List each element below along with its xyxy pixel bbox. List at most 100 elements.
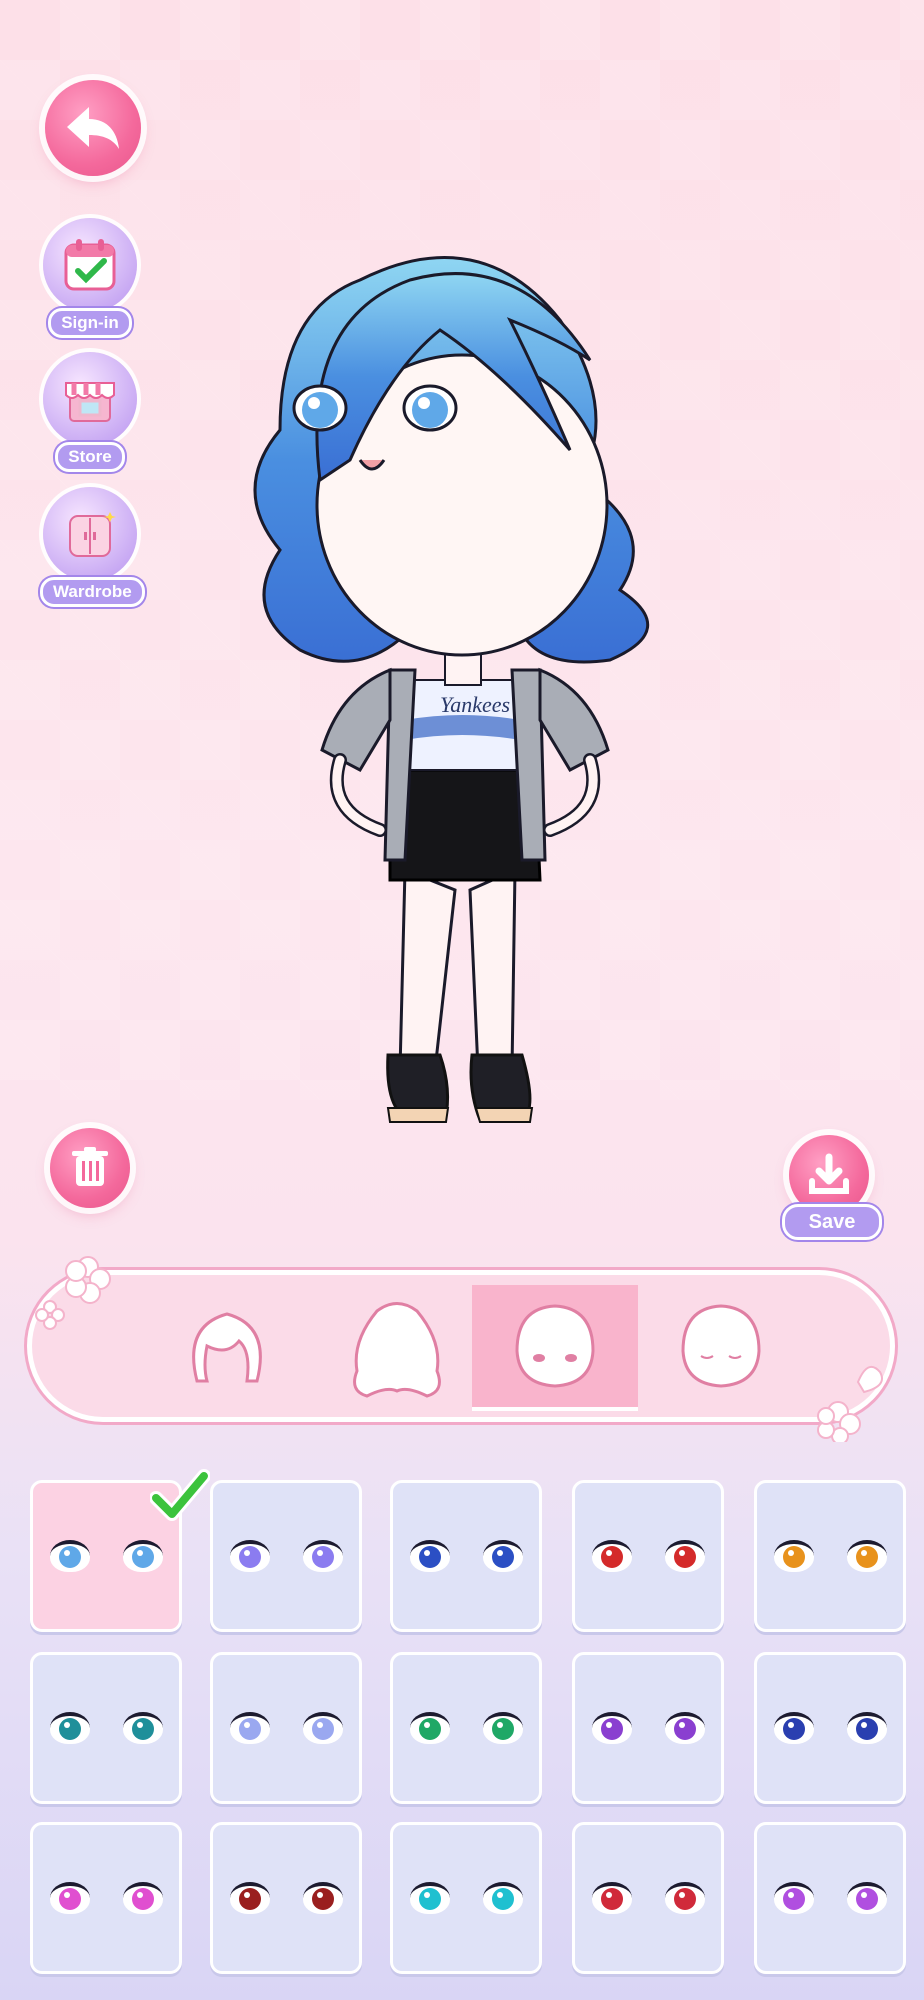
eye-swatch [664, 1540, 705, 1572]
eye-option[interactable] [30, 1822, 182, 1974]
eye-swatch [49, 1882, 90, 1914]
eye-iris [238, 1718, 261, 1740]
eye-swatch [409, 1540, 450, 1572]
eye-swatch [664, 1712, 705, 1744]
eye-swatch [229, 1712, 270, 1744]
eye-swatch [229, 1882, 270, 1914]
eye-iris [311, 1888, 334, 1910]
eye-swatch [773, 1712, 814, 1744]
tab-hair-front[interactable] [144, 1285, 310, 1407]
sidebar-item-label: Sign-in [48, 308, 132, 338]
eye-option[interactable] [572, 1822, 724, 1974]
eye-iris [58, 1718, 81, 1740]
eye-iris [418, 1546, 441, 1568]
eye-iris [600, 1718, 623, 1740]
eye-swatch [482, 1712, 523, 1744]
eye-option[interactable] [210, 1652, 362, 1804]
eye-iris [58, 1888, 81, 1910]
flower-decoration-icon [35, 1256, 111, 1330]
eye-iris [58, 1546, 81, 1568]
eye-iris [855, 1888, 878, 1910]
eye-swatch [302, 1712, 343, 1744]
eye-swatch [302, 1540, 343, 1572]
eye-swatch [846, 1882, 887, 1914]
tab-eyes[interactable] [472, 1285, 638, 1411]
eye-iris [491, 1546, 514, 1568]
eye-swatch [664, 1882, 705, 1914]
eye-option[interactable] [390, 1480, 542, 1632]
eye-iris [673, 1546, 696, 1568]
eye-swatch [122, 1882, 163, 1914]
eye-swatch [591, 1712, 632, 1744]
eye-iris [131, 1718, 154, 1740]
eye-iris [855, 1718, 878, 1740]
sidebar-item-wardrobe[interactable]: Wardrobe [40, 487, 145, 607]
flower-decoration-icon [817, 1365, 883, 1442]
eye-swatch [482, 1882, 523, 1914]
hair-back-icon [353, 1302, 441, 1398]
eye-iris [238, 1888, 261, 1910]
face-icon [681, 1304, 761, 1388]
eye-iris [491, 1888, 514, 1910]
category-tab-bar [32, 1275, 890, 1417]
eye-iris [238, 1546, 261, 1568]
download-icon [809, 1153, 849, 1194]
save-button[interactable] [789, 1135, 869, 1215]
back-arrow-icon [67, 107, 119, 149]
shop-icon [65, 382, 115, 422]
eye-option[interactable] [390, 1652, 542, 1804]
eye-iris [491, 1718, 514, 1740]
eye-iris [418, 1888, 441, 1910]
tab-hair-back[interactable] [314, 1285, 480, 1407]
eye-iris [311, 1546, 334, 1568]
eye-option[interactable] [390, 1822, 542, 1974]
eye-option[interactable] [572, 1652, 724, 1804]
trash-icon [72, 1147, 108, 1186]
eye-iris [131, 1546, 154, 1568]
eye-iris [782, 1718, 805, 1740]
eye-swatch [122, 1540, 163, 1572]
wardrobe-icon [69, 512, 116, 557]
sidebar-icon-wrap [43, 218, 137, 312]
eye-swatch [302, 1882, 343, 1914]
eye-iris [600, 1546, 623, 1568]
eye-option[interactable] [210, 1822, 362, 1974]
eye-iris [855, 1546, 878, 1568]
eye-option[interactable] [754, 1822, 906, 1974]
eye-swatch [409, 1882, 450, 1914]
eye-iris [673, 1888, 696, 1910]
eye-swatch [591, 1540, 632, 1572]
eye-swatch [846, 1712, 887, 1744]
sidebar-icon-wrap [43, 487, 137, 581]
tab-face[interactable] [638, 1285, 804, 1407]
eye-swatch [229, 1540, 270, 1572]
sidebar-icon-wrap [43, 352, 137, 446]
eye-iris [782, 1546, 805, 1568]
calendar-check-icon [64, 239, 116, 291]
eye-option[interactable] [210, 1480, 362, 1632]
eye-swatch [773, 1882, 814, 1914]
hair-front-icon [192, 1312, 262, 1383]
eye-iris [418, 1718, 441, 1740]
eye-iris [673, 1718, 696, 1740]
eye-swatch [591, 1882, 632, 1914]
eye-option[interactable] [572, 1480, 724, 1632]
eye-iris [600, 1888, 623, 1910]
eye-swatch [482, 1540, 523, 1572]
eye-swatch [122, 1712, 163, 1744]
eye-swatch [846, 1540, 887, 1572]
sidebar-item-sign-in[interactable]: Sign-in [40, 218, 140, 338]
eye-option[interactable] [30, 1652, 182, 1804]
eye-option[interactable] [754, 1652, 906, 1804]
selected-check-icon [150, 1469, 210, 1521]
eye-option[interactable] [754, 1480, 906, 1632]
eye-iris [311, 1718, 334, 1740]
sidebar-item-store[interactable]: Store [40, 352, 140, 472]
delete-button[interactable] [50, 1128, 130, 1208]
back-button[interactable] [45, 80, 141, 176]
save-label[interactable]: Save [782, 1204, 882, 1240]
eye-swatch [409, 1712, 450, 1744]
eye-iris [131, 1888, 154, 1910]
character-avatar: Yankees [253, 256, 649, 1123]
eye-swatch [49, 1540, 90, 1572]
